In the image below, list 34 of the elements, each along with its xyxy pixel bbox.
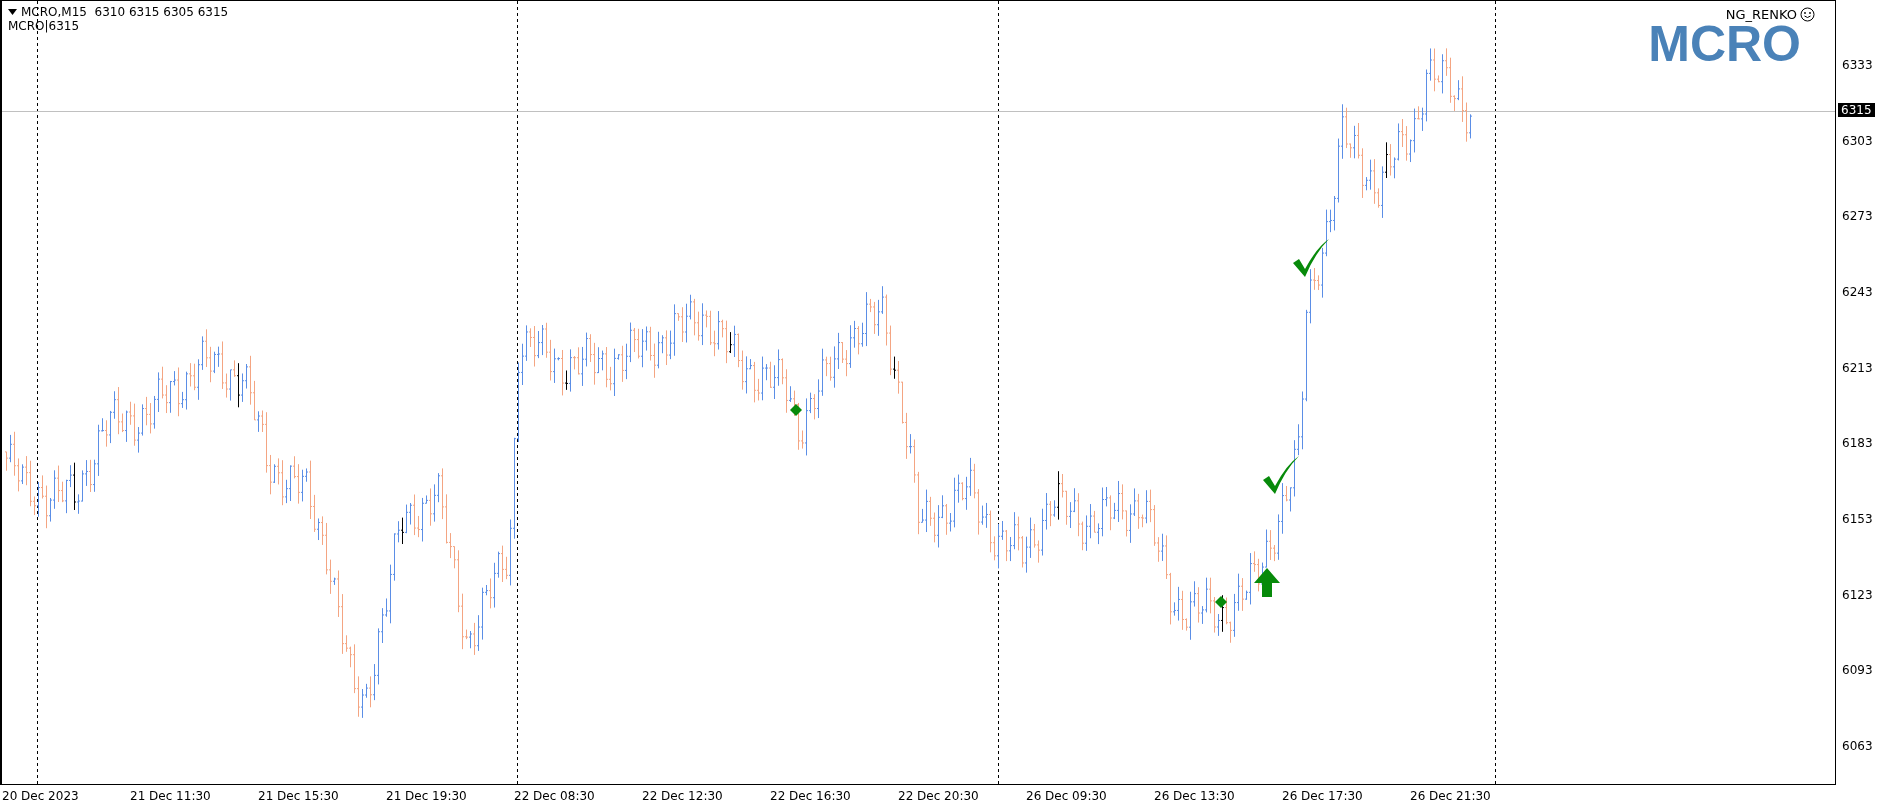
diamond-icon [790, 404, 802, 416]
time-tick-label: 22 Dec 16:30 [770, 788, 852, 805]
time-tick-label: 26 Dec 13:30 [1154, 788, 1236, 805]
time-tick-label: 26 Dec 17:30 [1282, 788, 1364, 805]
price-tick-label: 6243 [1842, 284, 1873, 299]
symbol-quote-text: MCRO,M15 6310 6315 6305 6315 [21, 5, 229, 19]
time-tick-label: 22 Dec 12:30 [642, 788, 724, 805]
up-arrow-icon [1254, 568, 1280, 597]
price-tick-label: 6153 [1842, 511, 1873, 526]
price-tick-label: 6123 [1842, 587, 1873, 602]
time-tick-label: 21 Dec 19:30 [386, 788, 468, 805]
smiley-icon [1800, 7, 1815, 22]
time-tick-label: 26 Dec 21:30 [1410, 788, 1492, 805]
time-tick-label: 22 Dec 08:30 [514, 788, 596, 805]
checkmark-icon [1293, 239, 1329, 277]
price-tick-label: 6093 [1842, 663, 1873, 678]
symbol-watermark: MCRO [1648, 22, 1801, 66]
price-tick-label: 6333 [1842, 58, 1873, 72]
time-tick-label: 22 Dec 20:30 [898, 788, 980, 805]
time-tick-label: 26 Dec 09:30 [1026, 788, 1108, 805]
symbol-price-text: MCRO|6315 [8, 19, 81, 33]
price-tick-label: 6213 [1842, 360, 1873, 375]
time-tick-label: 21 Dec 15:30 [258, 788, 340, 805]
time-tick-label: 21 Dec 11:30 [130, 788, 212, 805]
diamond-icon [1215, 596, 1227, 608]
price-tick-label: 6063 [1842, 738, 1873, 753]
checkmark-icon [1263, 456, 1299, 494]
price-tick-label: 6303 [1842, 133, 1873, 148]
current-price-label: 6315 [1838, 103, 1875, 117]
time-tick-label: 20 Dec 2023 [2, 788, 80, 805]
price-tick-label: 6273 [1842, 209, 1873, 224]
dropdown-triangle-icon[interactable] [8, 9, 17, 15]
price-tick-label: 6183 [1842, 436, 1873, 451]
indicator-name: NG_RENKO [1725, 7, 1797, 22]
